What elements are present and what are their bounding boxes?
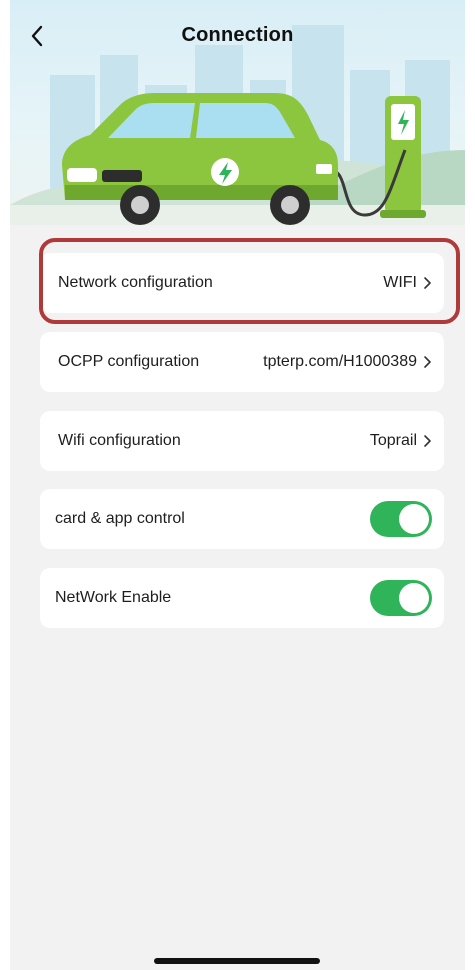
wifi-configuration-value: Toprail (369, 432, 417, 449)
ocpp-configuration-value-group: tpterp.com/H1000389 (263, 353, 432, 371)
page-title: Connection (181, 24, 294, 46)
wifi-configuration-label: Wifi configuration (58, 432, 181, 449)
card-app-control-row: card & app control (40, 489, 444, 549)
network-enable-label: NetWork Enable (55, 589, 172, 606)
network-configuration-row[interactable]: Network configuration WIFI (40, 253, 444, 313)
card-app-control-toggle[interactable] (370, 501, 432, 537)
ocpp-configuration-row[interactable]: OCPP configuration tpterp.com/H1000389 (40, 332, 444, 392)
chevron-right-icon (424, 356, 431, 368)
toggle-knob (399, 504, 429, 534)
network-enable-toggle[interactable] (370, 580, 432, 616)
wifi-configuration-row[interactable]: Wifi configuration Toprail (40, 411, 444, 471)
home-indicator (154, 958, 320, 964)
chevron-right-icon (424, 277, 431, 289)
network-configuration-label: Network configuration (58, 274, 213, 291)
ocpp-configuration-value: tpterp.com/H1000389 (263, 353, 417, 370)
toggle-knob (399, 583, 429, 613)
ocpp-configuration-label: OCPP configuration (58, 353, 200, 370)
wifi-configuration-value-group: Toprail (370, 432, 432, 450)
network-configuration-value-group: WIFI (383, 274, 432, 292)
network-enable-row: NetWork Enable (40, 568, 444, 628)
network-configuration-value: WIFI (383, 274, 417, 291)
chevron-right-icon (424, 435, 431, 447)
card-app-control-label: card & app control (55, 510, 185, 527)
app-screen: Connection Network configuration WIFI OC… (10, 0, 465, 970)
